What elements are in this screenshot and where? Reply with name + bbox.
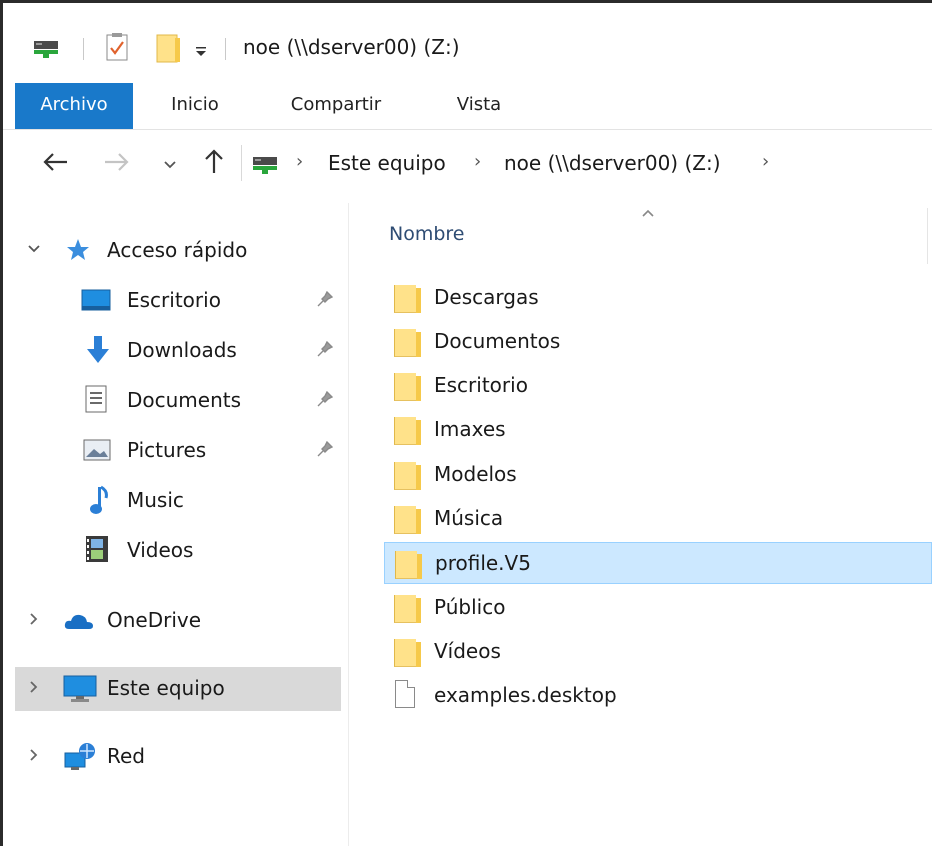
item-name: profile.V5 [435, 551, 531, 575]
chevron-right-icon[interactable] [29, 611, 39, 630]
nav-quick-access[interactable]: Acceso rápido [15, 229, 341, 273]
item-name: Público [434, 595, 506, 619]
monitor-icon [63, 675, 97, 707]
nav-onedrive[interactable]: OneDrive [15, 599, 341, 643]
recent-locations-chevron-down-icon[interactable] [163, 145, 177, 179]
download-arrow-icon [85, 335, 111, 369]
pin-icon[interactable] [317, 390, 334, 411]
nav-label: OneDrive [107, 608, 202, 632]
tab-vista[interactable]: Vista [441, 83, 517, 129]
item-name: Vídeos [434, 639, 501, 663]
properties-checkmark-icon[interactable] [106, 33, 128, 65]
item-name: Documentos [434, 329, 561, 353]
network-drive-icon [252, 153, 278, 179]
nav-item-downloads[interactable]: Downloads [15, 329, 341, 373]
navigation-pane: Acceso rápido Escritorio Downloads Docum… [3, 203, 349, 846]
pin-icon[interactable] [317, 440, 334, 461]
folder-icon [394, 639, 421, 667]
file-explorer-window: noe (\\dserver00) (Z:) Archivo Inicio Co… [0, 0, 932, 846]
tab-archivo[interactable]: Archivo [15, 83, 133, 129]
window-title: noe (\\dserver00) (Z:) [243, 35, 460, 59]
nav-item-pictures[interactable]: Pictures [15, 429, 341, 473]
cloud-icon [63, 611, 95, 635]
folder-icon [394, 373, 421, 401]
breadcrumb-chevron-icon[interactable]: › [474, 151, 481, 172]
list-item[interactable]: examples.desktop [384, 675, 932, 717]
tab-inicio[interactable]: Inicio [151, 83, 239, 129]
column-header-name[interactable]: Nombre [389, 223, 465, 245]
folder-icon [394, 462, 421, 490]
list-item[interactable]: Descargas [384, 277, 932, 319]
title-bar: noe (\\dserver00) (Z:) [3, 3, 932, 81]
pin-icon[interactable] [317, 290, 334, 311]
list-item[interactable]: Modelos [384, 454, 932, 496]
file-list-pane: Nombre Descargas Documentos Escritorio I… [349, 203, 932, 846]
sort-ascending-icon [641, 203, 655, 222]
list-item[interactable]: Vídeos [384, 631, 932, 673]
nav-label: Este equipo [107, 676, 225, 700]
nav-item-documents[interactable]: Documents [15, 379, 341, 423]
back-arrow-icon[interactable] [43, 145, 69, 182]
file-icon [395, 680, 415, 708]
list-item[interactable]: Público [384, 587, 932, 629]
item-name: Música [434, 506, 504, 530]
column-divider[interactable] [927, 208, 928, 264]
film-icon [85, 535, 109, 567]
chevron-right-icon[interactable] [29, 679, 39, 698]
document-icon [85, 385, 107, 417]
desktop-icon [81, 289, 111, 315]
item-name: Modelos [434, 462, 517, 486]
nav-item-videos[interactable]: Videos [15, 529, 341, 573]
folder-icon [394, 595, 421, 623]
nav-label: Downloads [127, 338, 237, 362]
picture-icon [83, 439, 111, 465]
nav-item-music[interactable]: Music [15, 479, 341, 523]
nav-label: Music [127, 488, 184, 512]
folder-icon [395, 551, 422, 579]
item-name: Descargas [434, 285, 539, 309]
nav-label: Pictures [127, 438, 207, 462]
new-folder-icon[interactable] [155, 33, 181, 67]
item-name: Escritorio [434, 373, 528, 397]
list-item[interactable]: Imaxes [384, 409, 932, 451]
up-arrow-icon[interactable] [203, 145, 225, 184]
pin-icon[interactable] [317, 340, 334, 361]
item-name: Imaxes [434, 417, 506, 441]
chevron-right-icon[interactable] [29, 747, 39, 766]
forward-arrow-icon[interactable] [103, 145, 129, 182]
toolbar-separator [83, 38, 84, 60]
address-bar[interactable]: › Este equipo › noe (\\dserver00) (Z:) › [241, 145, 932, 181]
network-drive-icon[interactable] [33, 37, 59, 63]
folder-icon [394, 285, 421, 313]
breadcrumb-este-equipo[interactable]: Este equipo [328, 151, 446, 175]
nav-label: Videos [127, 538, 194, 562]
music-note-icon [87, 485, 109, 519]
nav-network[interactable]: Red [15, 735, 341, 779]
customize-toolbar-dropdown-icon[interactable] [195, 43, 207, 62]
nav-item-escritorio[interactable]: Escritorio [15, 279, 341, 323]
item-name: examples.desktop [434, 683, 617, 707]
folder-icon [394, 506, 421, 534]
toolbar-separator [225, 38, 226, 60]
list-item[interactable]: Documentos [384, 321, 932, 363]
folder-icon [394, 417, 421, 445]
breadcrumb-current-drive[interactable]: noe (\\dserver00) (Z:) [504, 151, 721, 175]
network-icon [63, 741, 97, 775]
breadcrumb-chevron-icon[interactable]: › [296, 151, 303, 172]
list-item[interactable]: Escritorio [384, 365, 932, 407]
nav-label: Documents [127, 388, 242, 412]
navigation-bar: › Este equipo › noe (\\dserver00) (Z:) › [3, 133, 932, 193]
list-item[interactable]: Música [384, 498, 932, 540]
nav-label: Escritorio [127, 288, 221, 312]
nav-this-pc[interactable]: Este equipo [15, 667, 341, 711]
tab-compartir[interactable]: Compartir [275, 83, 397, 129]
list-item-selected[interactable]: profile.V5 [384, 542, 932, 584]
nav-label: Red [107, 744, 145, 768]
nav-label: Acceso rápido [107, 238, 248, 262]
breadcrumb-chevron-icon[interactable]: › [762, 151, 769, 172]
folder-icon [394, 329, 421, 357]
chevron-down-icon[interactable] [27, 239, 41, 258]
star-icon [65, 237, 91, 267]
ribbon-tab-bar: Archivo Inicio Compartir Vista [3, 83, 932, 130]
